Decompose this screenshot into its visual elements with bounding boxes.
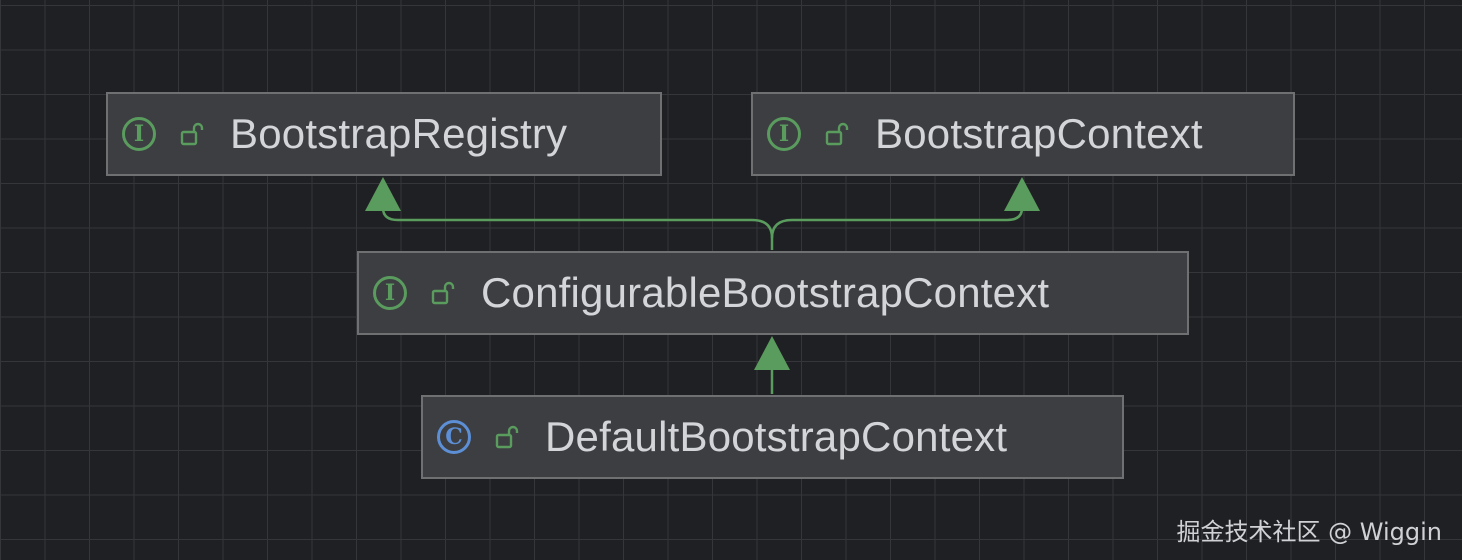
- node-label: BootstrapRegistry: [230, 110, 568, 157]
- interface-icon: I: [767, 117, 801, 151]
- node-bootstrap-registry[interactable]: I BootstrapRegistry: [106, 92, 662, 176]
- node-label: ConfigurableBootstrapContext: [481, 269, 1050, 316]
- node-label: BootstrapContext: [875, 110, 1203, 157]
- node-configurable-bootstrap-context[interactable]: I ConfigurableBootstrapContext: [357, 251, 1189, 335]
- arrowhead-context: [1004, 177, 1040, 211]
- interface-icon: I: [122, 117, 156, 151]
- node-default-bootstrap-context[interactable]: C DefaultBootstrapContext: [421, 395, 1124, 479]
- class-icon: C: [437, 420, 471, 454]
- node-bootstrap-context[interactable]: I BootstrapContext: [751, 92, 1295, 176]
- interface-icon: I: [373, 276, 407, 310]
- diagram-canvas: I BootstrapRegistry I BootstrapContext I…: [0, 0, 1462, 560]
- unlock-icon: [495, 425, 519, 449]
- edge-configurable-to-context: [770, 207, 1024, 239]
- node-label: DefaultBootstrapContext: [545, 413, 1008, 460]
- edge-configurable-to-registry: [381, 207, 774, 250]
- unlock-icon: [180, 122, 204, 146]
- unlock-icon: [431, 281, 455, 305]
- unlock-icon: [825, 122, 849, 146]
- arrowhead-registry: [365, 177, 401, 211]
- watermark: 掘金技术社区 @ Wiggin: [1176, 518, 1442, 546]
- arrowhead-configurable: [754, 336, 790, 370]
